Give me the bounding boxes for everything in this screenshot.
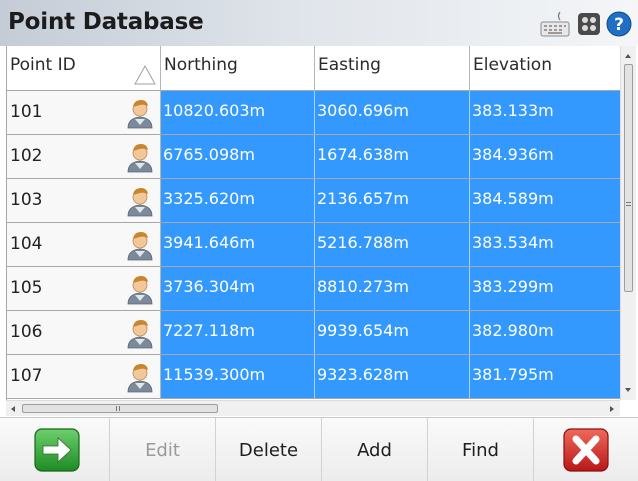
easting-cell[interactable]: 5216.788m: [315, 223, 470, 266]
edit-button[interactable]: Edit: [110, 418, 216, 481]
point-id-cell[interactable]: 102: [7, 135, 161, 178]
table-row[interactable]: 104 3941.646m 5216.788m 383.534m: [7, 223, 623, 267]
person-icon: [127, 363, 153, 393]
window-title: Point Database: [8, 9, 204, 35]
scroll-right-icon[interactable]: [610, 406, 614, 412]
bottom-toolbar: Edit Delete Add Find: [0, 417, 638, 481]
elevation-cell[interactable]: 384.589m: [470, 179, 623, 222]
easting-cell[interactable]: 2136.657m: [315, 179, 470, 222]
grip-icon: [116, 406, 120, 411]
northing-cell[interactable]: 3325.620m: [161, 179, 315, 222]
table-row[interactable]: 107 11539.300m 9323.628m 381.795m: [7, 355, 623, 399]
easting-cell[interactable]: 9939.654m: [315, 311, 470, 354]
point-id-cell[interactable]: 107: [7, 355, 161, 398]
elevation-cell[interactable]: 384.936m: [470, 135, 623, 178]
point-id: 103: [10, 190, 43, 210]
table-body: 101 10820.603m 3060.696m 383.133m 102 67…: [7, 91, 623, 400]
northing-cell[interactable]: 7227.118m: [161, 311, 315, 354]
point-id-cell[interactable]: 106: [7, 311, 161, 354]
column-header-label: Northing: [164, 55, 238, 75]
column-header-point-id[interactable]: Point ID: [7, 46, 161, 91]
point-id-cell[interactable]: 103: [7, 179, 161, 222]
table-row[interactable]: 103 3325.620m 2136.657m 384.589m: [7, 179, 623, 223]
point-id: 106: [10, 322, 43, 342]
northing-cell[interactable]: 3736.304m: [161, 267, 315, 310]
point-id: 101: [10, 102, 43, 122]
sort-ascending-icon: [134, 64, 156, 85]
point-id-cell[interactable]: 101: [7, 91, 161, 134]
arrow-right-icon: [33, 428, 80, 472]
help-icon[interactable]: ?: [606, 11, 632, 37]
point-id: 107: [10, 366, 43, 386]
grip-icon: [626, 202, 631, 206]
point-id-cell[interactable]: 105: [7, 267, 161, 310]
elevation-cell[interactable]: 383.299m: [470, 267, 623, 310]
person-icon: [127, 143, 153, 173]
close-x-icon: [563, 428, 609, 472]
svg-text:?: ?: [614, 15, 624, 35]
column-header-easting[interactable]: Easting: [315, 46, 470, 91]
delete-button[interactable]: Delete: [216, 418, 322, 481]
scroll-up-icon[interactable]: [625, 54, 631, 58]
settings-icon[interactable]: [577, 12, 601, 36]
close-button[interactable]: [534, 418, 638, 481]
easting-cell[interactable]: 1674.638m: [315, 135, 470, 178]
elevation-cell[interactable]: 383.133m: [470, 91, 623, 134]
northing-cell[interactable]: 6765.098m: [161, 135, 315, 178]
find-button[interactable]: Find: [428, 418, 534, 481]
table-row[interactable]: 102 6765.098m 1674.638m 384.936m: [7, 135, 623, 179]
table-row[interactable]: 101 10820.603m 3060.696m 383.133m: [7, 91, 623, 135]
person-icon: [127, 99, 153, 129]
column-header-label: Easting: [318, 55, 381, 75]
person-icon: [127, 319, 153, 349]
vertical-scrollbar[interactable]: [620, 46, 636, 400]
title-bar: Point Database ?: [0, 0, 638, 46]
keyboard-icon[interactable]: [540, 10, 570, 38]
elevation-cell[interactable]: 382.980m: [470, 311, 623, 354]
scroll-down-icon[interactable]: [625, 388, 631, 392]
ok-button[interactable]: [4, 418, 110, 481]
scroll-left-icon[interactable]: [11, 406, 15, 412]
northing-cell[interactable]: 11539.300m: [161, 355, 315, 398]
column-header-elevation[interactable]: Elevation: [470, 46, 623, 91]
person-icon: [127, 275, 153, 305]
table-row[interactable]: 105 3736.304m 8810.273m 383.299m: [7, 267, 623, 311]
person-icon: [127, 231, 153, 261]
column-header-label: Elevation: [473, 55, 552, 75]
elevation-cell[interactable]: 383.534m: [470, 223, 623, 266]
column-header-northing[interactable]: Northing: [161, 46, 315, 91]
easting-cell[interactable]: 8810.273m: [315, 267, 470, 310]
easting-cell[interactable]: 3060.696m: [315, 91, 470, 134]
vertical-scroll-thumb[interactable]: [624, 64, 633, 292]
point-id: 104: [10, 234, 43, 254]
point-id: 102: [10, 146, 43, 166]
person-icon: [127, 187, 153, 217]
point-id-cell[interactable]: 104: [7, 223, 161, 266]
elevation-cell[interactable]: 381.795m: [470, 355, 623, 398]
point-id: 105: [10, 278, 43, 298]
table-row[interactable]: 106 7227.118m 9939.654m 382.980m: [7, 311, 623, 355]
northing-cell[interactable]: 10820.603m: [161, 91, 315, 134]
horizontal-scrollbar[interactable]: [6, 400, 620, 416]
add-button[interactable]: Add: [322, 418, 428, 481]
easting-cell[interactable]: 9323.628m: [315, 355, 470, 398]
northing-cell[interactable]: 3941.646m: [161, 223, 315, 266]
table-header: Point ID Northing Easting Elevation: [7, 46, 623, 91]
point-table[interactable]: Point ID Northing Easting Elevation 101 …: [6, 46, 626, 400]
column-header-label: Point ID: [10, 55, 76, 75]
horizontal-scroll-thumb[interactable]: [22, 404, 218, 413]
